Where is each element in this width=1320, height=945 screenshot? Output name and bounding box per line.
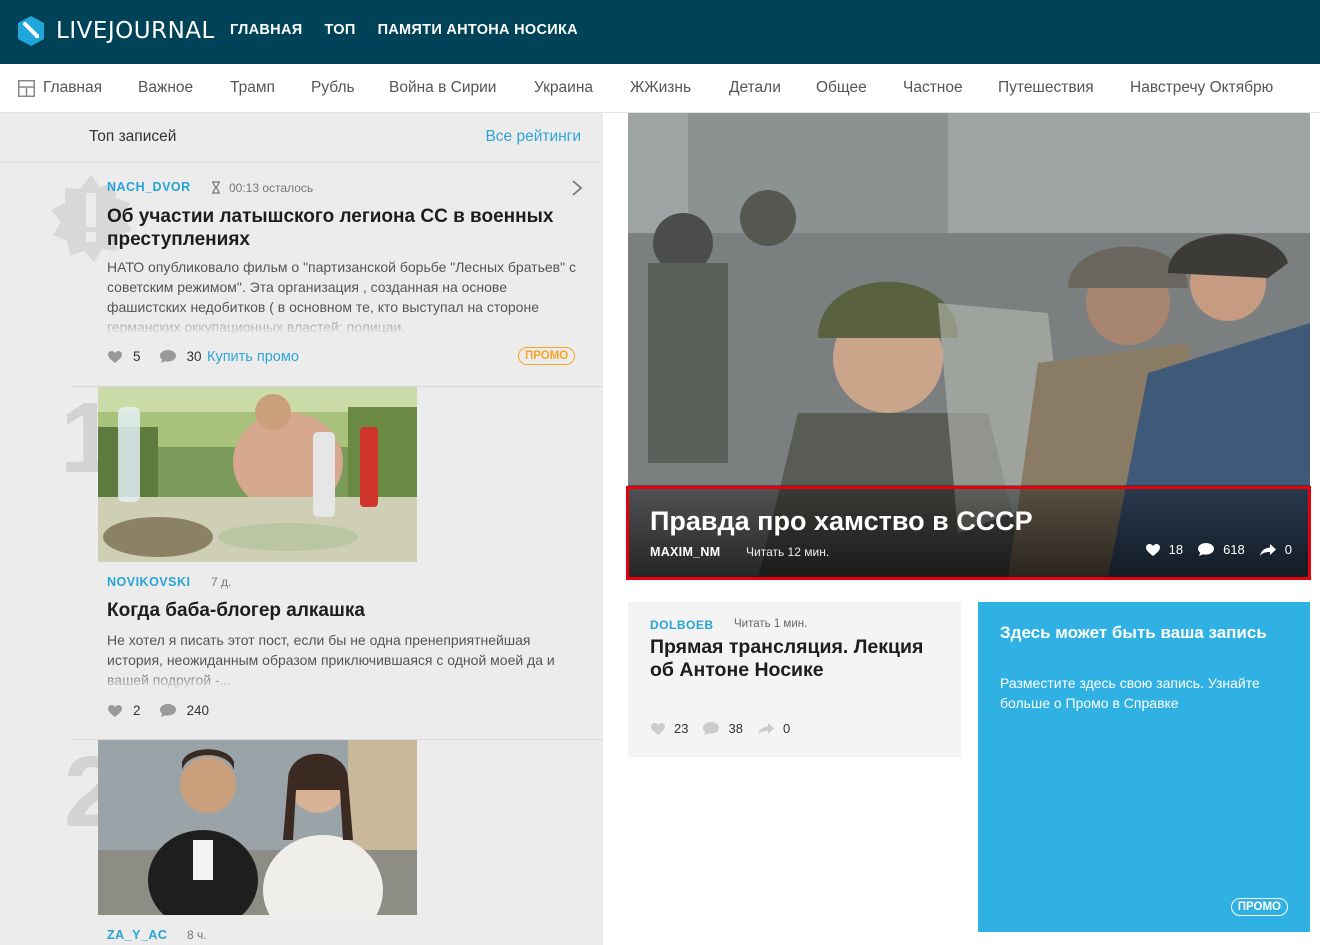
entry-excerpt: Не хотел я писать этот пост, если бы не … [107,632,555,688]
entry-time-left: 00:13 осталось [229,181,314,195]
entry-author[interactable]: NOVIKOVSKI [107,575,191,589]
category-syria-war[interactable]: Война в Сирии [389,79,496,97]
entry-author[interactable]: NACH_DVOR [107,180,191,194]
category-zhzhizn[interactable]: ЖЖизнь [630,79,691,97]
heart-icon[interactable] [107,704,123,718]
top-nav: ГЛАВНАЯ ТОП ПАМЯТИ АНТОНА НОСИКА [230,22,578,38]
card-stats: 23 38 0 [650,721,790,736]
promo-badge: ПРОМО [518,347,576,365]
promo-tag: ПРОМО [1230,898,1288,916]
likes-count: 5 [133,349,141,364]
category-trump[interactable]: Трамп [230,79,275,97]
promo-title[interactable]: Здесь может быть ваша запись [1000,622,1280,644]
nav-top[interactable]: ТОП [324,22,355,38]
nav-home[interactable]: ГЛАВНАЯ [230,22,302,38]
category-home[interactable]: Главная [43,79,102,97]
category-general[interactable]: Общее [816,79,867,97]
nav-nosik-memory[interactable]: ПАМЯТИ АНТОНА НОСИКА [378,22,578,38]
likes-count: 2 [133,703,141,718]
entry-age: 8 ч. [187,928,207,942]
category-ruble[interactable]: Рубль [311,79,355,97]
highlight-box [626,486,1311,580]
comments-count: 240 [186,703,210,718]
entry-excerpt: НАТО опубликовало фильм о "партизанской … [107,259,576,335]
grid-icon [18,80,35,97]
top-header: LIVEJOURNAL ГЛАВНАЯ ТОП ПАМЯТИ АНТОНА НО… [0,0,1320,64]
entry-image[interactable] [98,740,417,915]
shares-count: 0 [782,721,791,736]
category-october[interactable]: Навстречу Октябрю [1130,79,1273,97]
top-entries-column: Топ записей Все рейтинги NACH_DVOR 00:13… [0,113,603,945]
promo-text: Разместите здесь свою запись. Узнайте бо… [1000,675,1260,711]
category-travel[interactable]: Путешествия [998,79,1094,97]
top-entries-title: Топ записей [89,128,177,145]
entry-title[interactable]: Об участии латышского легиона СС в военн… [107,205,577,251]
top-entries-header: Топ записей Все рейтинги [0,113,603,163]
post-card[interactable]: DOLBOEB Читать 1 мин. Прямая трансляция.… [628,602,961,757]
category-ukraine[interactable]: Украина [534,79,593,97]
promo-slot[interactable]: Здесь может быть ваша запись Разместите … [978,602,1310,932]
category-private[interactable]: Частное [903,79,963,97]
comment-icon[interactable] [702,721,720,736]
likes-count: 23 [674,721,689,736]
comments-count: 38 [728,721,743,736]
logo-text: LIVEJOURNAL [56,18,215,44]
comment-icon[interactable] [159,703,177,718]
entry-title[interactable]: Когда баба-блогер алкашка [107,599,577,622]
heart-icon[interactable] [107,350,123,364]
card-author[interactable]: DOLBOEB [650,618,714,632]
chevron-right-icon[interactable] [571,179,583,197]
entry-stats: 2 240 [107,703,209,718]
category-bar: Главная Важное Трамп Рубль Война в Сирии… [0,64,1320,113]
entry-author[interactable]: ZA_Y_AC [107,928,167,942]
livejournal-logo-icon [18,16,44,46]
comments-count: 30 [186,349,202,364]
all-ratings-link[interactable]: Все рейтинги [485,128,581,146]
entry-image[interactable] [98,387,417,562]
hourglass-icon [212,181,220,194]
category-important[interactable]: Важное [138,79,193,97]
share-icon[interactable] [757,722,775,736]
logo[interactable]: LIVEJOURNAL [16,14,215,48]
comment-icon[interactable] [159,349,177,364]
buy-promo-link[interactable]: Купить промо [207,349,299,365]
entry-age: 7 д. [211,575,232,589]
heart-icon[interactable] [650,722,666,736]
category-details[interactable]: Детали [729,79,781,97]
entry-stats: 5 30 [107,349,202,364]
card-title[interactable]: Прямая трансляция. Лекция об Антоне Носи… [650,636,950,682]
card-read-time: Читать 1 мин. [734,618,808,630]
